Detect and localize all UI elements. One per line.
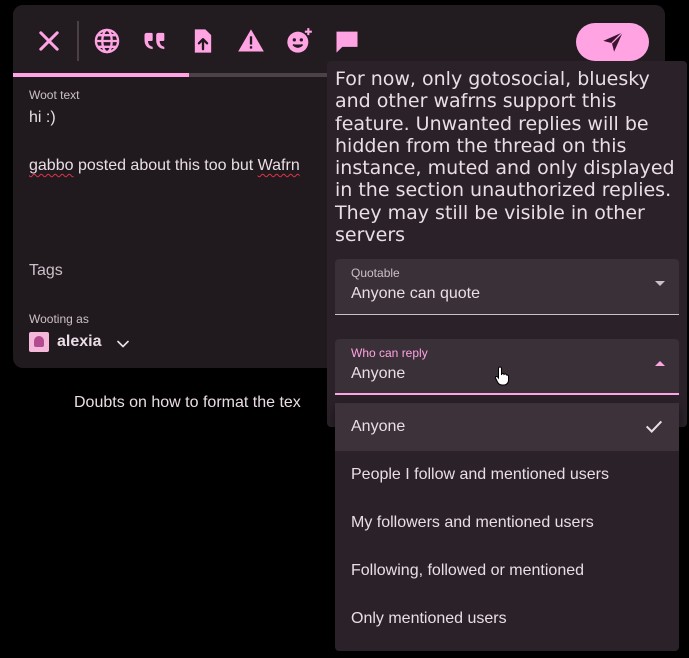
menu-option-followers-and-mentioned[interactable]: My followers and mentioned users bbox=[335, 499, 679, 547]
menu-option-following-followed-mentioned[interactable]: Following, followed or mentioned bbox=[335, 547, 679, 595]
toolbar-divider bbox=[77, 21, 79, 61]
globe-icon[interactable] bbox=[87, 21, 127, 61]
woot-text-label: Woot text bbox=[29, 88, 80, 102]
send-button[interactable] bbox=[576, 23, 649, 61]
dropdown-arrow-up-icon bbox=[655, 361, 665, 366]
menu-option-label: Following, followed or mentioned bbox=[351, 562, 585, 579]
avatar bbox=[29, 332, 49, 352]
file-upload-icon[interactable] bbox=[183, 21, 223, 61]
wooting-as-label: Wooting as bbox=[29, 312, 89, 326]
chevron-down-icon[interactable] bbox=[113, 334, 133, 354]
quotable-select[interactable]: Quotable Anyone can quote bbox=[335, 259, 679, 315]
close-icon[interactable] bbox=[29, 21, 69, 61]
send-icon bbox=[602, 31, 623, 52]
misspelled-word: gabbo bbox=[29, 157, 74, 174]
who-can-reply-menu: Anyone People I follow and mentioned use… bbox=[335, 403, 679, 651]
dropdown-arrow-icon bbox=[655, 281, 665, 286]
account-name[interactable]: alexia bbox=[57, 333, 101, 351]
menu-option-label: My followers and mentioned users bbox=[351, 514, 594, 531]
active-tab-indicator bbox=[13, 73, 189, 77]
menu-option-anyone[interactable]: Anyone bbox=[335, 403, 679, 451]
menu-option-following-and-mentioned[interactable]: People I follow and mentioned users bbox=[335, 451, 679, 499]
federation-notice: For now, only gotosocial, bluesky and ot… bbox=[335, 68, 675, 247]
who-can-reply-value: Anyone bbox=[351, 365, 406, 382]
menu-option-label: People I follow and mentioned users bbox=[351, 466, 609, 483]
tags-field[interactable]: Tags bbox=[29, 262, 63, 280]
menu-option-label: Only mentioned users bbox=[351, 610, 507, 627]
misspelled-word-2: Wafrn bbox=[257, 157, 300, 174]
comment-icon[interactable] bbox=[327, 21, 367, 61]
quotable-label: Quotable bbox=[351, 266, 400, 280]
who-can-reply-label: Who can reply bbox=[351, 346, 428, 360]
warning-icon[interactable] bbox=[231, 21, 271, 61]
menu-option-only-mentioned[interactable]: Only mentioned users bbox=[335, 595, 679, 643]
hand-cursor-icon bbox=[494, 366, 509, 386]
woot-text-middle: posted about this too but bbox=[73, 157, 258, 174]
check-icon bbox=[645, 420, 663, 433]
woot-text-line-2[interactable]: gabbo posted about this too but Wafrn bbox=[29, 157, 300, 175]
woot-text-line-1[interactable]: hi :) bbox=[29, 109, 56, 127]
formatting-help-text[interactable]: Doubts on how to format the tex bbox=[74, 394, 301, 412]
quote-icon[interactable] bbox=[135, 21, 175, 61]
add-emoji-icon[interactable] bbox=[279, 21, 319, 61]
page: Woot text hi :) gabbo posted about this … bbox=[0, 0, 689, 658]
menu-option-label: Anyone bbox=[351, 418, 406, 435]
quotable-value: Anyone can quote bbox=[351, 285, 480, 302]
